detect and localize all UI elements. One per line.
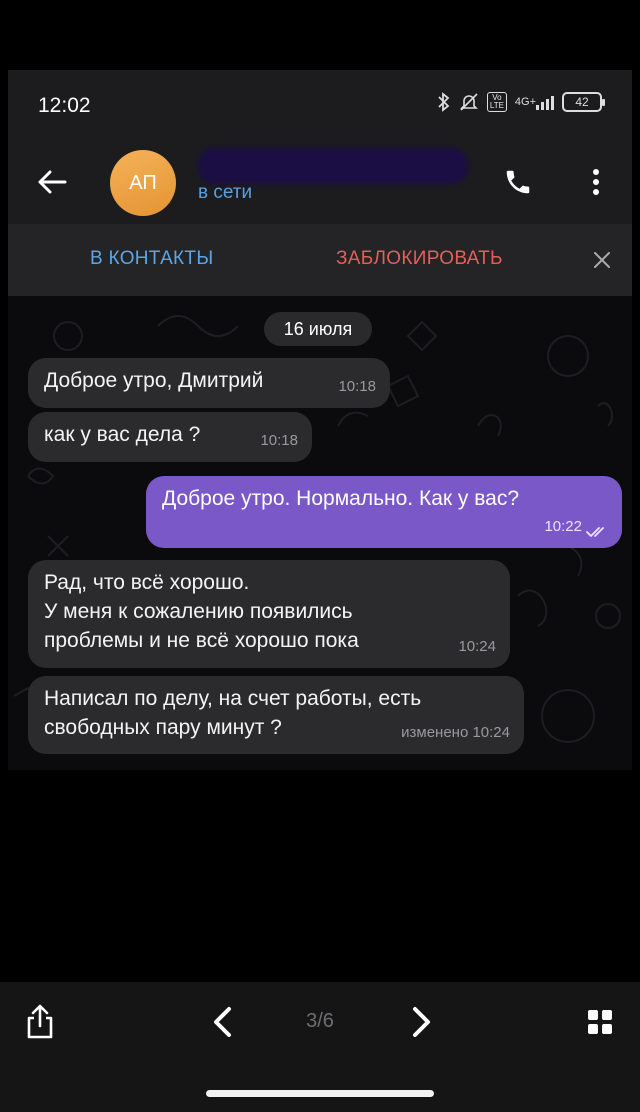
message-line: Рад, что всё хорошо. — [44, 571, 250, 594]
grid-icon — [588, 1010, 612, 1034]
mute-bell-icon — [459, 92, 479, 112]
message-bubble-incoming[interactable]: Написал по делу, на счет работы, есть св… — [28, 676, 524, 754]
close-icon — [594, 252, 610, 268]
volte-label: Vo LTE — [486, 92, 507, 112]
message-bubble-outgoing[interactable]: Доброе утро. Нормально. Как у вас? 10:22 — [146, 476, 622, 548]
message-bubble-incoming[interactable]: Рад, что всё хорошо. У меня к сожалению … — [28, 560, 510, 668]
message-bubble-incoming[interactable]: как у вас дела ? 10:18 — [28, 412, 312, 462]
chevron-right-icon — [413, 1007, 430, 1037]
more-vertical-icon — [593, 169, 599, 195]
message-line: проблемы и не всё хорошо пока — [44, 629, 359, 652]
home-indicator[interactable] — [206, 1090, 434, 1097]
message-text: Доброе утро, Дмитрий — [44, 369, 264, 392]
contact-name-redacted[interactable] — [198, 148, 468, 184]
message-text: Доброе утро. Нормально. Как у вас? — [162, 487, 520, 510]
double-check-icon — [586, 527, 604, 537]
share-button[interactable] — [20, 1000, 60, 1044]
chat-area[interactable]: 16 июля Доброе утро, Дмитрий 10:18 как у… — [8, 296, 632, 770]
contact-status: в сети — [198, 182, 253, 203]
back-button[interactable] — [30, 160, 74, 204]
avatar-initials: АП — [129, 171, 157, 194]
status-icons: Vo LTE 4G+ 42 — [437, 92, 605, 112]
bluetooth-icon — [437, 92, 451, 112]
page-counter: 3/6 — [306, 1010, 334, 1032]
phone-icon — [506, 170, 530, 194]
avatar[interactable]: АП — [110, 150, 176, 216]
arrow-left-icon — [38, 170, 67, 194]
add-contact-button[interactable]: В КОНТАКТЫ — [90, 248, 213, 270]
screenshot-photo: 12:02 Vo LTE 4G+ 42 АП в сети В КОНТАКТЫ… — [8, 70, 632, 770]
photo-viewer-toolbar: 3/6 — [0, 982, 640, 1112]
battery-level: 42 — [575, 95, 589, 109]
signal-bars — [536, 94, 554, 110]
status-time: 12:02 — [38, 94, 91, 117]
message-text: как у вас дела ? — [44, 423, 201, 446]
chevron-left-icon — [214, 1007, 231, 1037]
message-time: 10:18 — [260, 432, 298, 449]
message-bubble-incoming[interactable]: Доброе утро, Дмитрий 10:18 — [28, 358, 390, 408]
message-edited-time: изменено 10:24 — [401, 724, 510, 741]
message-line: Написал по делу, на счет работы, есть — [44, 687, 422, 710]
battery-icon: 42 — [562, 92, 605, 112]
message-time: 10:22 — [544, 518, 582, 535]
previous-button[interactable] — [202, 1000, 242, 1044]
call-button[interactable] — [494, 158, 542, 206]
volte-icon: Vo LTE — [486, 92, 507, 112]
date-chip: 16 июля — [264, 312, 372, 346]
network-type: 4G+ — [514, 96, 536, 108]
signal-icon: 4G+ — [515, 94, 554, 110]
message-time: 10:24 — [458, 638, 496, 655]
close-action-bar-button[interactable] — [586, 244, 618, 276]
more-menu-button[interactable] — [574, 158, 618, 206]
next-button[interactable] — [402, 1000, 442, 1044]
grid-view-button[interactable] — [580, 1000, 620, 1044]
chat-header: АП в сети — [8, 140, 632, 224]
block-button[interactable]: ЗАБЛОКИРОВАТЬ — [336, 248, 503, 270]
message-time: 10:18 — [338, 378, 376, 395]
status-bar: 12:02 Vo LTE 4G+ 42 — [8, 70, 632, 140]
share-icon — [27, 1004, 53, 1039]
phone-header: 12:02 Vo LTE 4G+ 42 АП в сети В КОНТАКТЫ… — [8, 70, 632, 296]
message-line: У меня к сожалению появились — [44, 600, 353, 623]
action-bar: В КОНТАКТЫ ЗАБЛОКИРОВАТЬ — [8, 224, 632, 296]
